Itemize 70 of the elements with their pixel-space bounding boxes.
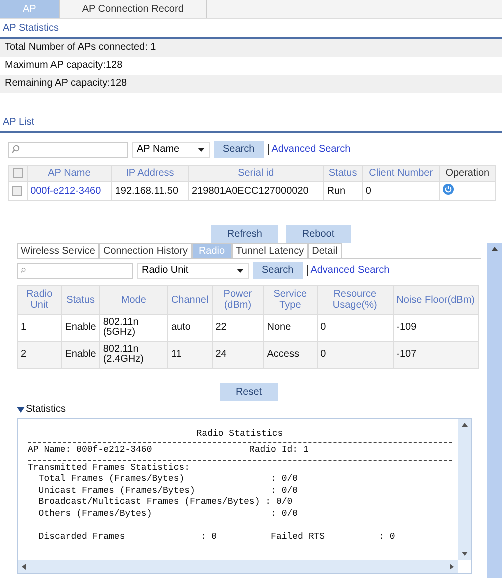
section-title: Statistics [26, 404, 66, 415]
table-cell: 11 [168, 342, 212, 368]
statistics-line: Total Frames (Frames/Bytes) : 0/0 [38, 474, 300, 486]
checkbox[interactable] [12, 168, 23, 178]
reset-button[interactable]: Reset [220, 383, 278, 401]
table-cell: 0 [362, 182, 440, 200]
ap-name-link[interactable]: 000f-e212-3460 [30, 186, 102, 196]
search-icon [12, 145, 20, 154]
statistics-line: AP Name: 000f-e212-3460 Radio Id: 1 [28, 445, 310, 456]
tab[interactable]: Connection History [99, 243, 192, 258]
table-cell: 192.168.11.50 [112, 182, 189, 200]
scroll-right-icon[interactable] [450, 564, 454, 570]
table-cell: 802.11n (2.4GHz) [100, 342, 168, 368]
column-header: Client Number [362, 166, 440, 182]
table-cell: 2 [18, 342, 62, 368]
statistic-row-text: Maximum AP capacity:128 [4, 59, 124, 73]
tab[interactable]: Tunnel Latency [232, 243, 308, 258]
search-field[interactable] [8, 142, 128, 158]
filter-dropdown[interactable]: Radio Unit [137, 262, 249, 278]
action-button[interactable]: Refresh [211, 225, 278, 243]
column-header: Power (dBm) [212, 286, 264, 314]
column-header: IP Address [112, 166, 189, 182]
search-button[interactable]: Search [214, 141, 264, 158]
column-header: Status [62, 286, 100, 314]
column-header: Radio Unit [18, 286, 62, 314]
filter-dropdown[interactable]: AP Name [132, 142, 210, 158]
statistics-line: Others (Frames/Bytes) : 0/0 [38, 508, 300, 520]
column-header: Noise Floor(dBm) [393, 286, 478, 314]
caret-icon [237, 268, 244, 272]
tab[interactable]: Wireless Service [17, 243, 100, 258]
advanced-search-link[interactable]: Advanced Search [268, 144, 351, 155]
column-header: Mode [100, 286, 168, 314]
table-cell: Run [324, 182, 362, 200]
column-header: AP Name [27, 166, 112, 182]
table-cell: 219801A0ECC127000020 [188, 182, 324, 200]
table-cell: Access [264, 342, 318, 368]
table-cell: 0 [317, 342, 394, 368]
search-button[interactable]: Search [253, 262, 303, 279]
search-field[interactable] [17, 262, 133, 278]
statistics-line: Discarded Frames : 0 Failed RTS : 0 [38, 532, 396, 543]
scroll-up-icon[interactable] [462, 423, 468, 427]
horizontal-scrollbar[interactable] [18, 560, 458, 573]
column-header: Operation [440, 166, 496, 182]
page-scrollbar[interactable] [487, 243, 502, 578]
column-header: Channel [168, 286, 212, 314]
caret-icon[interactable] [17, 406, 25, 412]
table-cell: Enable [62, 342, 100, 368]
column-header: Service Type [264, 286, 318, 314]
action-button[interactable]: Reboot [286, 225, 351, 243]
statistic-row: Remaining AP capacity:128 [0, 75, 502, 93]
table-cell: -107 [393, 342, 478, 368]
statistics-title: Radio Statistics [196, 428, 284, 439]
statistic-row: Total Number of APs connected: 1 [0, 39, 502, 57]
advanced-search-link[interactable]: Advanced Search [306, 265, 390, 276]
tab[interactable]: Detail [308, 243, 342, 258]
column-header: Status [324, 166, 362, 182]
column-header: Resource Usage(%) [317, 286, 394, 314]
checkbox[interactable] [12, 186, 22, 196]
statistics-line: Broadcast/Multicast Frames (Frames/Bytes) : 0/0 [38, 497, 294, 508]
table-cell: 24 [212, 342, 264, 368]
power-icon[interactable] [443, 184, 454, 195]
scroll-down-icon[interactable] [462, 552, 468, 556]
scroll-up-icon[interactable] [492, 247, 498, 251]
statistics-line: Transmitted Frames Statistics: [28, 462, 192, 474]
search-icon [21, 266, 26, 275]
caret-icon [198, 148, 205, 152]
statistics-line: Unicast Frames (Frames/Bytes) : 0/0 [38, 486, 300, 497]
vertical-scrollbar[interactable] [458, 419, 471, 560]
scroll-left-icon[interactable] [22, 564, 26, 570]
column-header: Serial id [188, 166, 324, 182]
